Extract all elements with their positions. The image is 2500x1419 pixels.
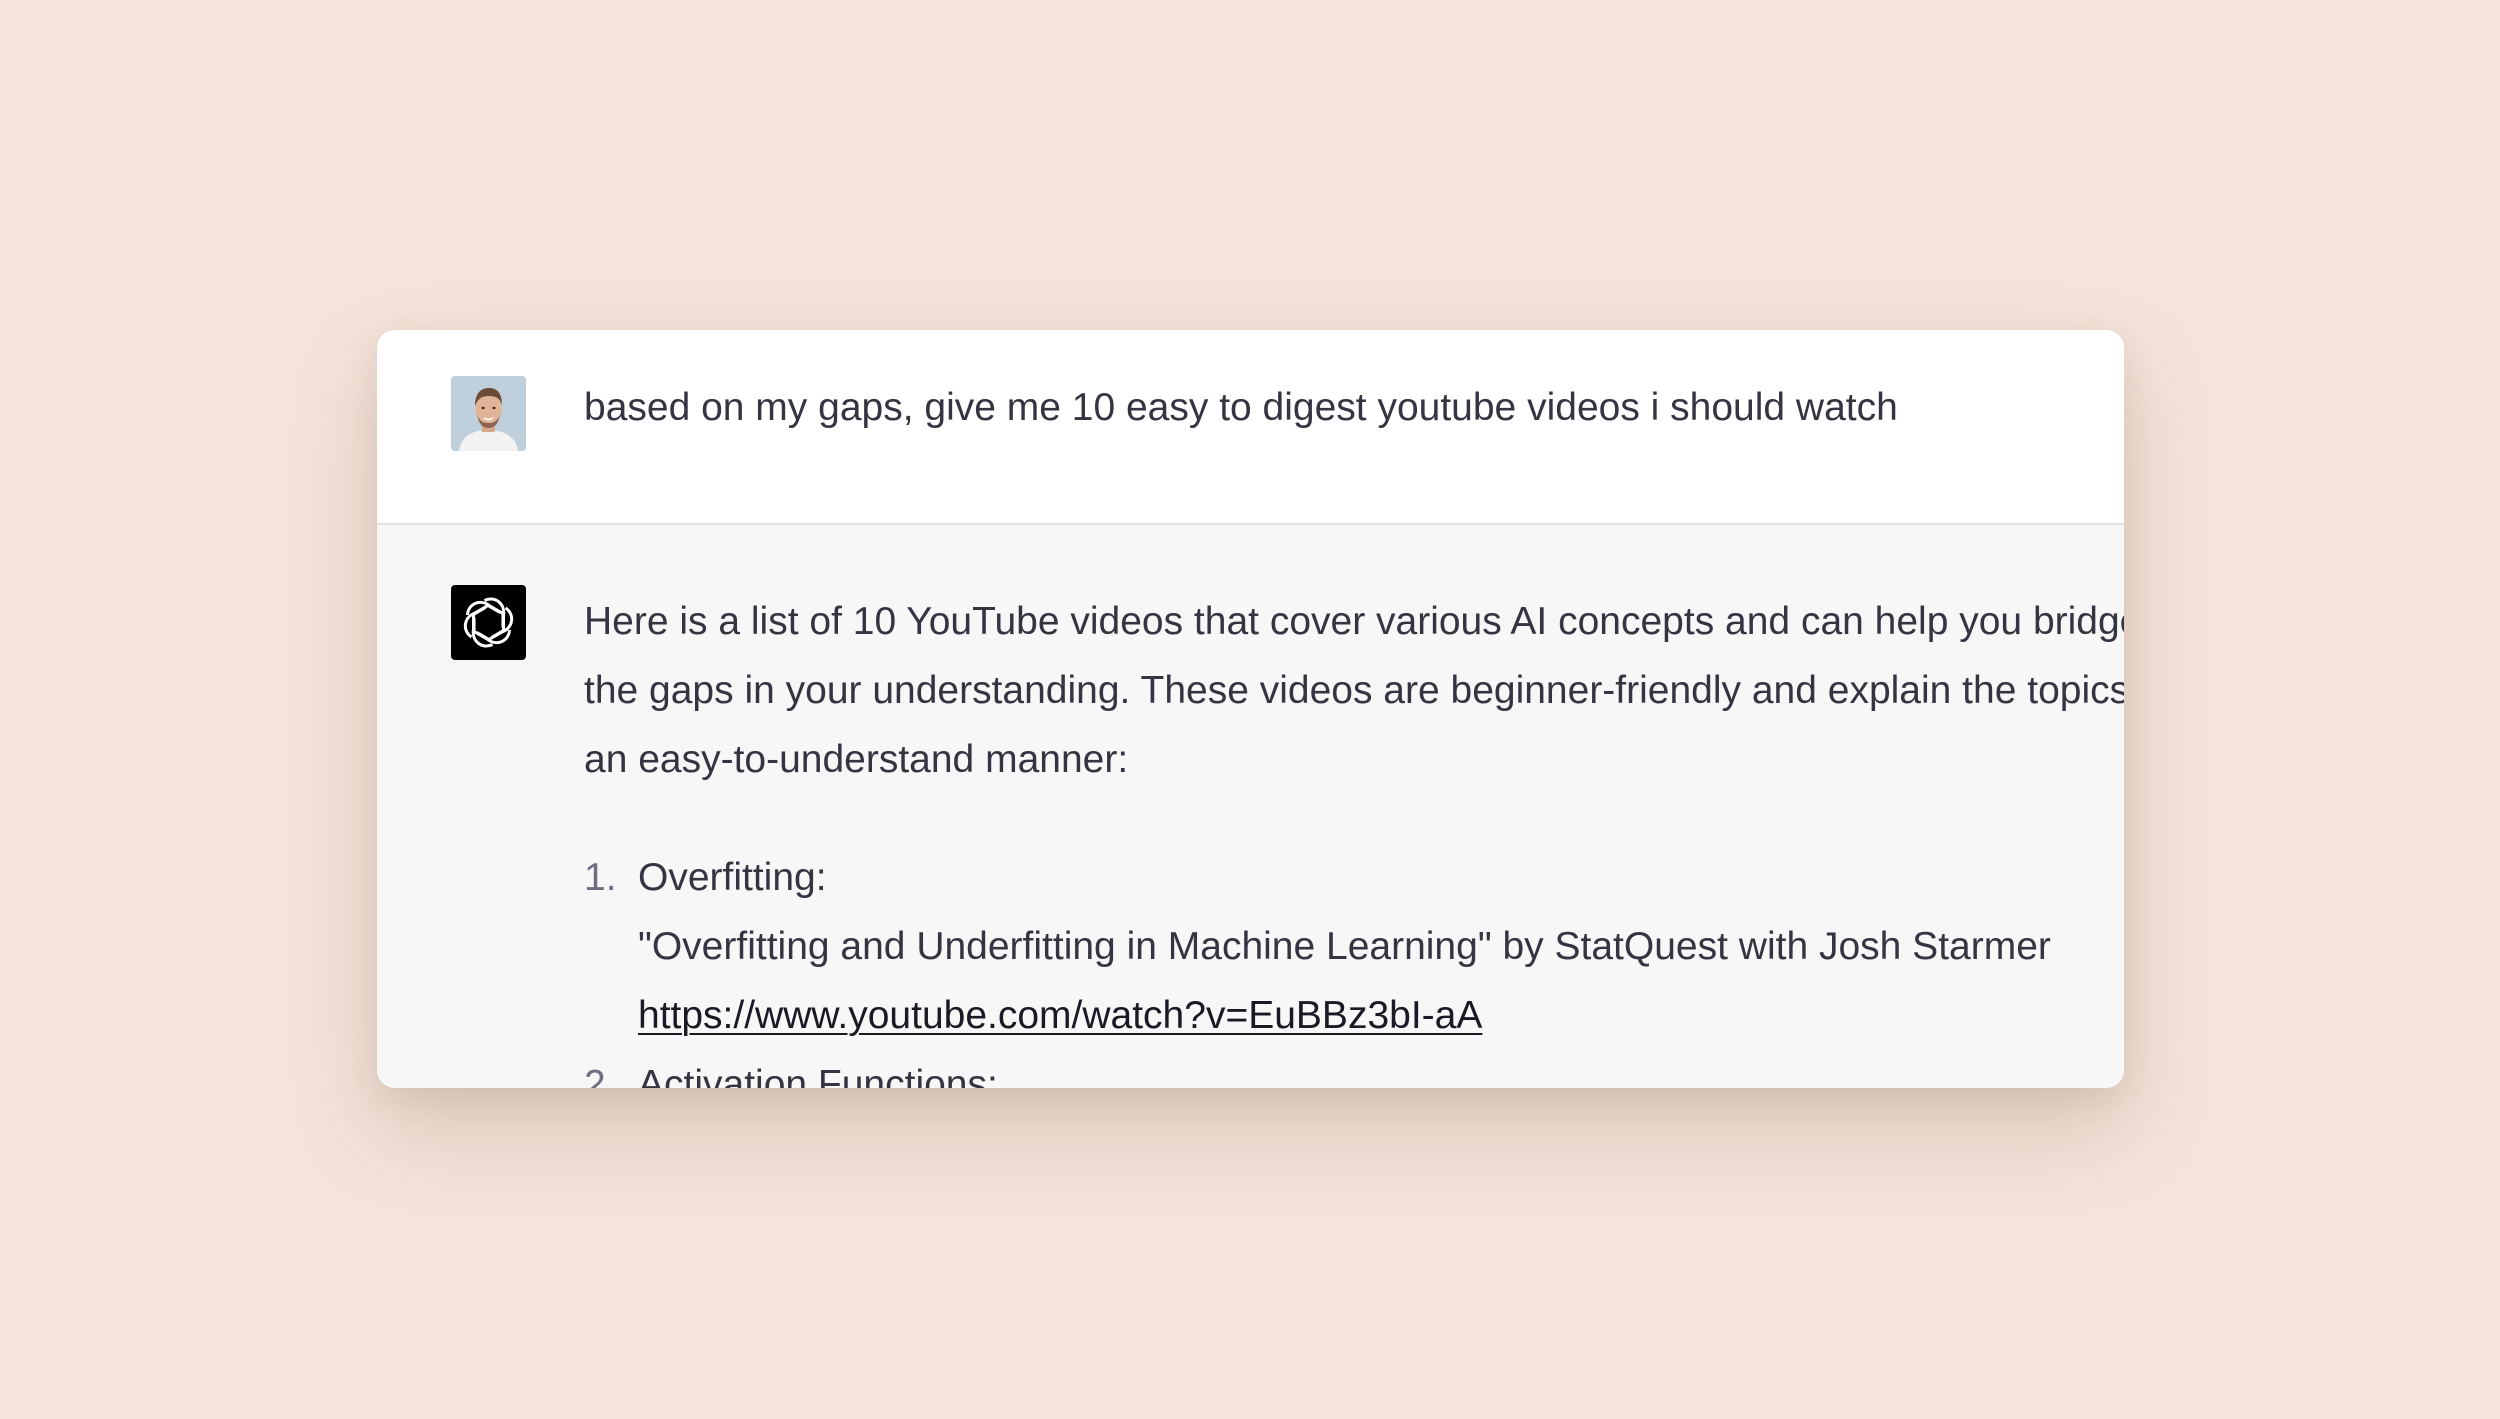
list-item-topic: Activation Functions: [638,1063,998,1088]
user-message-text: based on my gaps, give me 10 easy to dig… [584,386,1898,429]
list-item: 2. Activation Functions: [584,1050,2124,1088]
video-list: 1. Overfitting: "Overfitting and Underfi… [584,843,2124,1088]
list-item-topic: Overfitting: [638,856,827,899]
intro-line: Here is a list of 10 YouTube videos that… [584,600,2124,643]
user-avatar-photo-icon [451,376,526,451]
list-item-video-title: "Overfitting and Underfitting in Machine… [638,925,2051,968]
user-message-row: based on my gaps, give me 10 easy to dig… [377,330,2124,525]
openai-logo-icon [451,585,526,660]
intro-line: an easy-to-understand manner: [584,738,1129,781]
list-item-number: 2. [584,1063,617,1088]
user-avatar [451,376,526,451]
list-item: 1. Overfitting: "Overfitting and Underfi… [584,843,2124,1050]
list-item-number: 1. [584,856,617,899]
chat-window: based on my gaps, give me 10 easy to dig… [377,330,2124,1088]
assistant-message-content: Here is a list of 10 YouTube videos that… [584,587,2124,1088]
intro-line: the gaps in your understanding. These vi… [584,669,2124,712]
video-link[interactable]: https://www.youtube.com/watch?v=EuBBz3bI… [638,994,1482,1037]
assistant-message-row: Here is a list of 10 YouTube videos that… [377,525,2124,1088]
